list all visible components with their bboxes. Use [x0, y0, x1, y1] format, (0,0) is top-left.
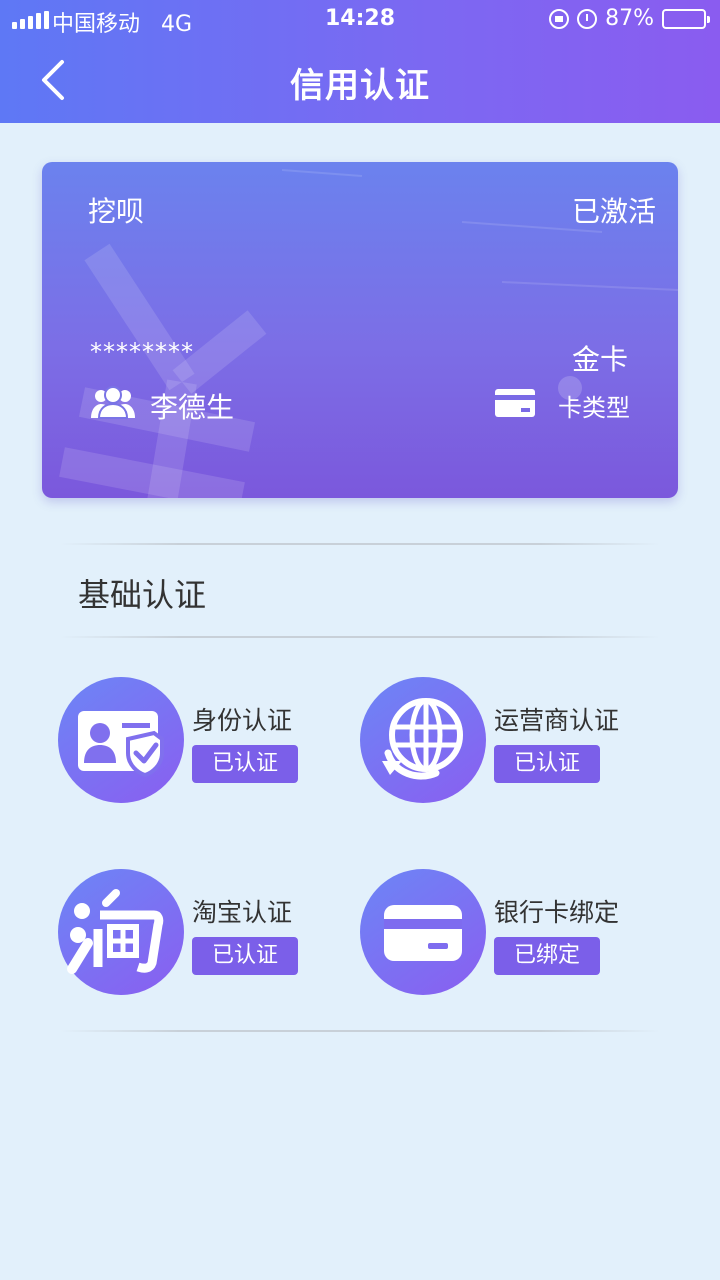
card-type-label: 卡类型	[558, 394, 630, 422]
users-icon	[91, 386, 135, 419]
globe-refresh-icon	[382, 698, 463, 780]
credit-card-icon	[495, 389, 535, 417]
verify-carrier[interactable]: 运营商认证 已认证	[360, 677, 660, 807]
card-number: ********	[90, 338, 194, 366]
card-status: 已激活	[571, 195, 656, 228]
card-brand: 挖呗	[88, 195, 145, 228]
credit-card[interactable]: 挖呗 已激活 ******** 金卡 李德生 卡类型	[42, 162, 678, 498]
section-title: 基础认证	[78, 576, 207, 614]
verified-badge[interactable]: 已认证	[494, 745, 600, 783]
alarm-icon	[577, 8, 598, 29]
battery-percent: 87%	[605, 6, 654, 31]
verify-label: 身份认证	[192, 706, 293, 735]
bank-card-icon	[384, 905, 462, 961]
verify-bank-card[interactable]: 银行卡绑定 已绑定	[360, 869, 660, 999]
verify-label: 运营商认证	[494, 706, 620, 735]
id-card-shield-icon	[78, 711, 164, 778]
taobao-icon	[67, 889, 164, 974]
verify-taobao[interactable]: 淘宝认证 已认证	[58, 869, 358, 999]
battery-icon	[662, 8, 710, 29]
divider	[60, 636, 660, 638]
divider	[60, 543, 660, 545]
divider	[60, 1030, 660, 1032]
verified-badge[interactable]: 已认证	[192, 745, 298, 783]
verify-label: 银行卡绑定	[494, 898, 620, 927]
rotation-lock-icon	[549, 8, 570, 29]
status-bar: 中国移动 4G 14:28 87%	[0, 0, 720, 40]
page-title: 信用认证	[290, 66, 430, 106]
bound-badge[interactable]: 已绑定	[494, 937, 600, 975]
verify-identity[interactable]: 身份认证 已认证	[58, 677, 358, 807]
card-tier: 金卡	[571, 343, 628, 376]
verified-badge[interactable]: 已认证	[192, 937, 298, 975]
card-holder-name: 李德生	[150, 391, 235, 424]
verify-label: 淘宝认证	[192, 898, 293, 927]
header-bar: 中国移动 4G 14:28 87% 信用认证	[0, 0, 720, 123]
